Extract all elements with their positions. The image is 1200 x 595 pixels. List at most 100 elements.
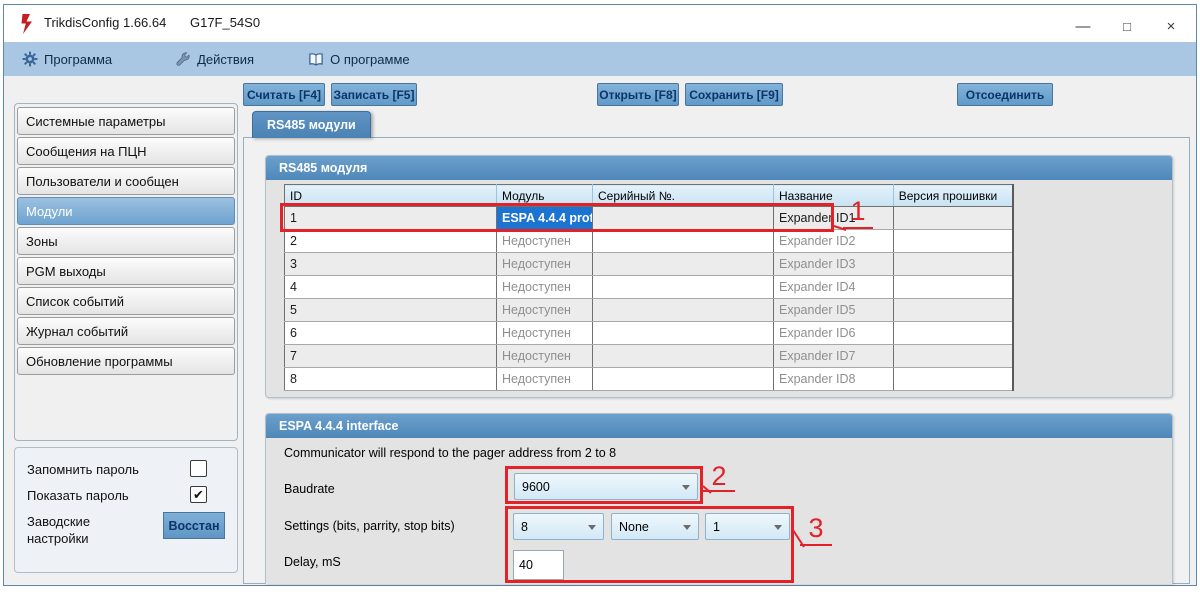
sidebar-item[interactable]: PGM выходы xyxy=(17,257,235,285)
sidebar-item-label: Журнал событий xyxy=(26,324,128,339)
restore-button[interactable]: Восстан xyxy=(163,512,225,539)
module-name-cell[interactable]: Expander ID1 xyxy=(774,207,894,230)
module-firmware-cell[interactable] xyxy=(893,322,1013,345)
column-header[interactable]: Версия прошивки xyxy=(893,185,1013,207)
window-title: TrikdisConfig 1.66.64 G17F_54S0 xyxy=(44,15,260,30)
sidebar-item-label: Пользователи и сообщен xyxy=(26,174,179,189)
chevron-down-icon xyxy=(774,525,782,530)
factory-settings-label: Заводские xyxy=(27,514,90,529)
table-row[interactable]: 5 Недоступен Expander ID5 xyxy=(285,299,1014,322)
module-id-cell[interactable]: 3 xyxy=(285,253,497,276)
table-row[interactable]: 7 Недоступен Expander ID7 xyxy=(285,345,1014,368)
settings-parity-select[interactable]: None xyxy=(611,513,699,540)
menu-item-actions[interactable]: Действия xyxy=(172,42,258,76)
table-row[interactable]: 2 Недоступен Expander ID2 xyxy=(285,230,1014,253)
module-id-cell[interactable]: 1 xyxy=(285,207,497,230)
module-id-cell[interactable]: 8 xyxy=(285,368,497,391)
device-id: G17F_54S0 xyxy=(190,15,260,30)
sidebar-item[interactable]: Модули xyxy=(17,197,235,225)
minimize-button[interactable]: — xyxy=(1066,13,1100,39)
module-firmware-cell[interactable] xyxy=(893,230,1013,253)
close-button[interactable]: × xyxy=(1154,13,1188,39)
settings-bits-select[interactable]: 8 xyxy=(513,513,604,540)
write-button[interactable]: Записать [F5] xyxy=(331,83,417,106)
table-row[interactable]: 6 Недоступен Expander ID6 xyxy=(285,322,1014,345)
menu-item-label: Программа xyxy=(44,52,112,67)
show-password-checkbox[interactable]: ✔ xyxy=(190,486,207,503)
module-name-cell[interactable]: Expander ID4 xyxy=(774,276,894,299)
read-button[interactable]: Считать [F4] xyxy=(243,83,325,106)
module-firmware-cell[interactable] xyxy=(893,368,1013,391)
table-row[interactable]: 3 Недоступен Expander ID3 xyxy=(285,253,1014,276)
column-header[interactable]: Модуль xyxy=(497,185,593,207)
menu-bar: Программа Действия О программе xyxy=(4,42,1196,76)
module-id-cell[interactable]: 2 xyxy=(285,230,497,253)
module-id-cell[interactable]: 7 xyxy=(285,345,497,368)
interface-note: Communicator will respond to the pager a… xyxy=(284,446,616,460)
chevron-down-icon xyxy=(682,485,690,490)
module-firmware-cell[interactable] xyxy=(893,253,1013,276)
module-firmware-cell[interactable] xyxy=(893,207,1013,230)
module-type-cell[interactable]: Недоступен xyxy=(497,253,593,276)
module-firmware-cell[interactable] xyxy=(893,299,1013,322)
chevron-down-icon xyxy=(588,525,596,530)
group-title: RS485 модуля xyxy=(279,161,367,175)
module-type-cell[interactable]: Недоступен xyxy=(497,276,593,299)
module-id-cell[interactable]: 4 xyxy=(285,276,497,299)
module-serial-cell[interactable] xyxy=(593,368,774,391)
column-header[interactable]: ID xyxy=(285,185,497,207)
table-row[interactable]: 1 ESPA 4.4.4 protocol Expander ID1 xyxy=(285,207,1014,230)
gear-icon xyxy=(22,51,38,67)
tab-rs485-modules[interactable]: RS485 модули xyxy=(252,111,371,138)
module-name-cell[interactable]: Expander ID5 xyxy=(774,299,894,322)
table-row[interactable]: 4 Недоступен Expander ID4 xyxy=(285,276,1014,299)
column-header[interactable]: Серийный №. xyxy=(593,185,774,207)
module-serial-cell[interactable] xyxy=(593,253,774,276)
module-name-cell[interactable]: Expander ID6 xyxy=(774,322,894,345)
sidebar-item[interactable]: Журнал событий xyxy=(17,317,235,345)
sidebar-item[interactable]: Системные параметры xyxy=(17,107,235,135)
modules-table: IDМодульСерийный №.НазваниеВерсия прошив… xyxy=(284,184,1014,391)
table-row[interactable]: 8 Недоступен Expander ID8 xyxy=(285,368,1014,391)
module-id-cell[interactable]: 6 xyxy=(285,322,497,345)
module-firmware-cell[interactable] xyxy=(893,276,1013,299)
sidebar-item-label: Сообщения на ПЦН xyxy=(26,144,147,159)
maximize-button[interactable]: □ xyxy=(1110,13,1144,39)
module-name-cell[interactable]: Expander ID7 xyxy=(774,345,894,368)
sidebar-item[interactable]: Пользователи и сообщен xyxy=(17,167,235,195)
baudrate-select[interactable]: 9600 xyxy=(514,473,698,500)
module-id-cell[interactable]: 5 xyxy=(285,299,497,322)
sidebar-item[interactable]: Список событий xyxy=(17,287,235,315)
module-type-cell[interactable]: Недоступен xyxy=(497,299,593,322)
save-button[interactable]: Сохранить [F9] xyxy=(685,83,783,106)
module-type-cell[interactable]: Недоступен xyxy=(497,368,593,391)
sidebar-item[interactable]: Обновление программы xyxy=(17,347,235,375)
column-header[interactable]: Название xyxy=(774,185,894,207)
module-serial-cell[interactable] xyxy=(593,207,774,230)
module-type-cell[interactable]: Недоступен xyxy=(497,345,593,368)
module-type-cell[interactable]: ESPA 4.4.4 protocol xyxy=(497,207,593,230)
menu-item-about[interactable]: О программе xyxy=(304,42,414,76)
module-serial-cell[interactable] xyxy=(593,299,774,322)
delay-input[interactable] xyxy=(513,550,564,580)
open-button[interactable]: Открыть [F8] xyxy=(597,83,679,106)
sidebar-item[interactable]: Сообщения на ПЦН xyxy=(17,137,235,165)
module-type-cell[interactable]: Недоступен xyxy=(497,322,593,345)
settings-parity-value: None xyxy=(619,520,649,534)
module-serial-cell[interactable] xyxy=(593,322,774,345)
module-type-cell[interactable]: Недоступен xyxy=(497,230,593,253)
module-firmware-cell[interactable] xyxy=(893,345,1013,368)
title-bar: TrikdisConfig 1.66.64 G17F_54S0 — □ × xyxy=(4,5,1196,42)
app-title: TrikdisConfig 1.66.64 xyxy=(44,15,166,30)
module-name-cell[interactable]: Expander ID2 xyxy=(774,230,894,253)
remember-password-checkbox[interactable] xyxy=(190,460,207,477)
sidebar-item[interactable]: Зоны xyxy=(17,227,235,255)
module-serial-cell[interactable] xyxy=(593,230,774,253)
disconnect-button[interactable]: Отсоединить xyxy=(957,83,1053,106)
settings-stopbits-select[interactable]: 1 xyxy=(705,513,790,540)
module-serial-cell[interactable] xyxy=(593,345,774,368)
module-serial-cell[interactable] xyxy=(593,276,774,299)
menu-item-program[interactable]: Программа xyxy=(18,42,116,76)
module-name-cell[interactable]: Expander ID8 xyxy=(774,368,894,391)
module-name-cell[interactable]: Expander ID3 xyxy=(774,253,894,276)
